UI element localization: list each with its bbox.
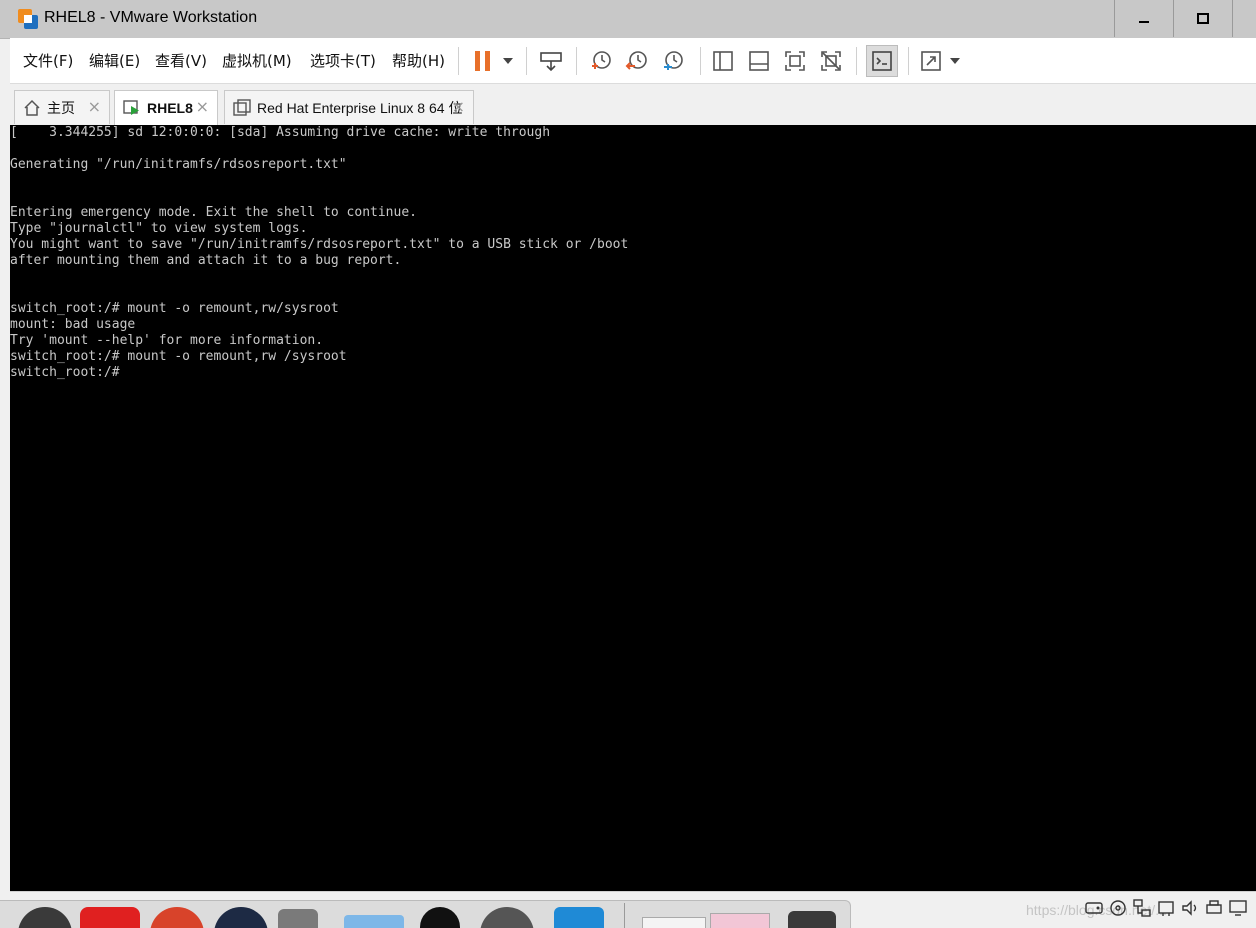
dock-app-icon[interactable]	[554, 907, 604, 928]
dock-app-icon[interactable]	[214, 907, 268, 928]
vmware-app-icon	[18, 9, 38, 29]
folder-icon[interactable]	[344, 915, 404, 928]
tab-bar: 主页 × RHEL8 × Red Hat Enterprise Linux 8 …	[10, 84, 1256, 125]
printer-icon[interactable]	[1204, 898, 1224, 918]
trash-icon[interactable]	[788, 911, 836, 928]
tab-rhel8-64[interactable]: Red Hat Enterprise Linux 8 64 位 ×	[224, 90, 474, 124]
snapshot-take-button[interactable]	[586, 46, 616, 76]
toolbar-separator	[526, 47, 527, 75]
dock-app-icon[interactable]	[480, 907, 534, 928]
display-icon[interactable]	[1228, 898, 1248, 918]
minimize-icon	[1139, 20, 1149, 23]
dock-separator	[624, 903, 625, 928]
console-output: [ 3.344255] sd 12:0:0:0: [sda] Assuming …	[10, 125, 628, 381]
console-line: Try 'mount --help' for more information.	[10, 333, 324, 348]
send-ctrl-alt-del-button[interactable]	[536, 46, 566, 76]
thumbnail-bar-icon	[749, 51, 769, 71]
hard-disk-icon[interactable]	[1084, 898, 1104, 918]
tab-rhel8[interactable]: RHEL8 ×	[114, 90, 218, 125]
dock-app-icon[interactable]	[18, 907, 72, 928]
thumbnail-bar-button[interactable]	[744, 46, 774, 76]
toolbar-separator	[576, 47, 577, 75]
dock-app-icon[interactable]	[80, 907, 140, 928]
toolbar-separator	[700, 47, 701, 75]
vm-running-icon	[123, 100, 139, 115]
show-library-button[interactable]	[708, 46, 738, 76]
menu-file[interactable]: 文件(F)	[23, 50, 73, 71]
dock-app-icon[interactable]	[420, 907, 460, 928]
console-line: Generating "/run/initramfs/rdsosreport.t…	[10, 157, 347, 172]
console-line: switch_root:/# mount -o remount,rw /sysr…	[10, 349, 347, 364]
snapshot-take-icon	[592, 51, 611, 69]
minimize-button[interactable]	[1114, 0, 1173, 37]
console-line: switch_root:/#	[10, 365, 120, 380]
full-screen-dropdown-arrow[interactable]	[950, 58, 960, 64]
pause-button[interactable]	[468, 46, 498, 76]
console-line: switch_root:/# mount -o remount,rw/sysro…	[10, 301, 339, 316]
full-screen-icon	[921, 51, 941, 71]
pause-icon	[475, 51, 490, 71]
tab-label: Red Hat Enterprise Linux 8 64 位	[257, 99, 463, 116]
menu-toolbar: 文件(F) 编辑(E) 查看(V) 虚拟机(M) 选项卡(T) 帮助(H)	[10, 38, 1256, 84]
console-line: [ 3.344255] sd 12:0:0:0: [sda] Assuming …	[10, 125, 551, 140]
tab-home[interactable]: 主页 ×	[14, 90, 110, 124]
console-view-button[interactable]	[866, 45, 898, 77]
dock-app-icon[interactable]	[278, 909, 318, 928]
tab-label: 主页	[47, 99, 75, 116]
dock-window-thumbnail[interactable]	[642, 917, 706, 928]
unity-button[interactable]	[816, 46, 846, 76]
console-view-icon	[872, 51, 892, 71]
send-ctrl-alt-del-icon	[540, 52, 562, 72]
close-tab-icon[interactable]: ×	[88, 97, 101, 116]
close-button[interactable]	[1232, 0, 1256, 37]
console-line: after mounting them and attach it to a b…	[10, 253, 402, 268]
menu-view[interactable]: 查看(V)	[155, 50, 207, 71]
vm-console[interactable]: [ 3.344255] sd 12:0:0:0: [sda] Assuming …	[10, 125, 1256, 891]
snapshot-revert-icon	[625, 51, 647, 70]
snapshot-revert-button[interactable]	[622, 46, 652, 76]
window-title: RHEL8 - VMware Workstation	[44, 9, 258, 26]
unity-icon	[821, 51, 841, 71]
toolbar-separator	[856, 47, 857, 75]
snapshot-manager-icon	[664, 51, 683, 70]
network-adapter-icon[interactable]	[1132, 898, 1152, 918]
snapshot-manager-button[interactable]	[658, 46, 688, 76]
home-icon	[24, 99, 40, 116]
fit-guest-button[interactable]	[780, 46, 810, 76]
toolbar-separator	[458, 47, 459, 75]
close-tab-icon[interactable]: ×	[196, 97, 209, 116]
pause-dropdown-arrow[interactable]	[503, 58, 513, 64]
menu-vm[interactable]: 虚拟机(M)	[222, 50, 292, 71]
menu-edit[interactable]: 编辑(E)	[89, 50, 140, 71]
show-library-icon	[713, 51, 733, 71]
console-line: Type "journalctl" to view system logs.	[10, 221, 308, 236]
vmware-window: RHEL8 - VMware Workstation 文件(F) 编辑(E) 查…	[0, 0, 1256, 928]
restore-icon	[1197, 13, 1209, 24]
usb-controller-icon[interactable]	[1156, 898, 1176, 918]
desktop-dock	[0, 900, 851, 928]
cd-dvd-icon[interactable]	[1108, 898, 1128, 918]
toolbar-separator	[908, 47, 909, 75]
menu-tabs[interactable]: 选项卡(T)	[310, 50, 376, 71]
console-line: You might want to save "/run/initramfs/r…	[10, 237, 629, 252]
dock-app-icon[interactable]	[150, 907, 204, 928]
sound-card-icon[interactable]	[1180, 898, 1200, 918]
tab-label: RHEL8	[147, 100, 193, 116]
full-screen-button[interactable]	[916, 46, 946, 76]
fit-guest-icon	[785, 51, 805, 71]
dock-window-thumbnail[interactable]	[710, 913, 770, 928]
title-bar: RHEL8 - VMware Workstation	[0, 0, 1256, 39]
console-line: Entering emergency mode. Exit the shell …	[10, 205, 417, 220]
maximize-button[interactable]	[1173, 0, 1232, 37]
menu-help[interactable]: 帮助(H)	[392, 50, 445, 71]
vm-clone-icon	[233, 98, 251, 116]
console-line: mount: bad usage	[10, 317, 136, 332]
close-tab-icon[interactable]: ×	[452, 97, 465, 116]
